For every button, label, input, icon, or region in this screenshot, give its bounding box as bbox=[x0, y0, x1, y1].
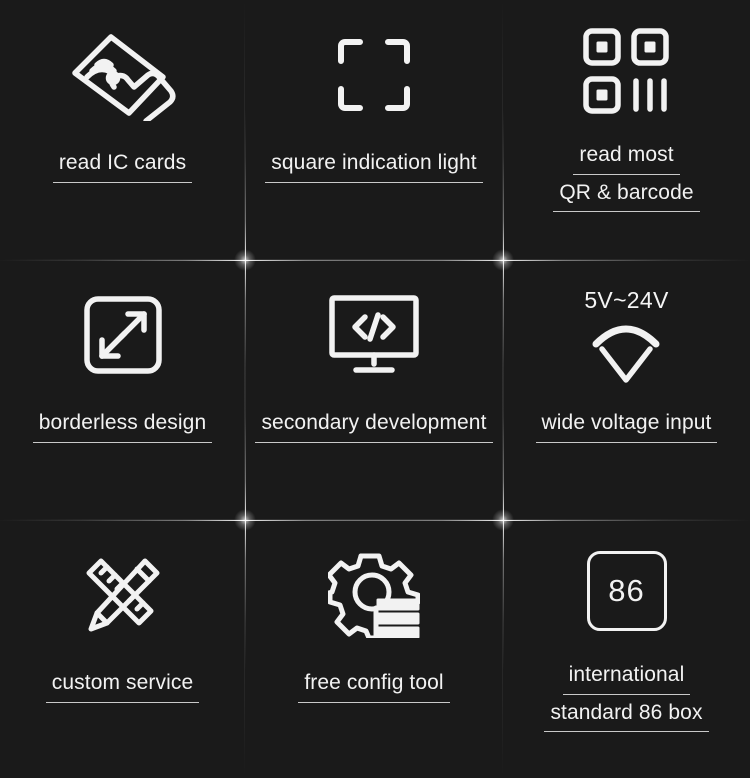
box-86-number: 86 bbox=[608, 573, 645, 608]
feature-label-line: secondary development bbox=[255, 410, 493, 443]
feature-cell-wide-voltage-input: 5V~24V wide voltage input bbox=[503, 260, 750, 520]
feature-labels: square indication light bbox=[245, 150, 503, 183]
feature-cell-square-indication-light: square indication light bbox=[245, 0, 503, 260]
feature-grid: read IC cards square indication light re… bbox=[0, 0, 750, 778]
feature-label-line: borderless design bbox=[32, 410, 213, 443]
feature-label-line: read most bbox=[573, 142, 680, 175]
box-86-outline: 86 bbox=[586, 551, 667, 631]
pencil-ruler-icon bbox=[0, 520, 245, 670]
feature-cell-free-config-tool: free config tool bbox=[245, 520, 503, 778]
box-86-icon: 86 bbox=[503, 520, 750, 662]
feature-labels: free config tool bbox=[245, 670, 503, 703]
feature-labels: custom service bbox=[0, 670, 245, 703]
monitor-code-icon bbox=[245, 260, 503, 410]
feature-labels: borderless design bbox=[0, 410, 245, 443]
voltage-stack: 5V~24V bbox=[584, 287, 668, 384]
qr-code-icon bbox=[503, 0, 750, 142]
feature-label-line: wide voltage input bbox=[535, 410, 718, 443]
feature-cell-international-standard-86-box: 86 international standard 86 box bbox=[503, 520, 750, 778]
feature-cell-read-qr-barcode: read most QR & barcode bbox=[503, 0, 750, 260]
feature-label-line: standard 86 box bbox=[544, 700, 709, 733]
feature-labels: international standard 86 box bbox=[503, 662, 750, 732]
feature-labels: wide voltage input bbox=[503, 410, 750, 443]
feature-labels: read IC cards bbox=[0, 150, 245, 183]
voltage-range-label: 5V~24V bbox=[584, 286, 669, 313]
feature-label-line: square indication light bbox=[265, 150, 484, 183]
feature-label-line: international bbox=[562, 662, 691, 695]
feature-labels: read most QR & barcode bbox=[503, 142, 750, 212]
feature-cell-secondary-development: secondary development bbox=[245, 260, 503, 520]
feature-cell-custom-service: custom service bbox=[0, 520, 245, 778]
feature-label-line: QR & barcode bbox=[553, 180, 700, 213]
voltage-arc-icon: 5V~24V bbox=[503, 260, 750, 410]
feature-labels: secondary development bbox=[245, 410, 503, 443]
gear-list-icon bbox=[245, 520, 503, 670]
feature-cell-read-ic-cards: read IC cards bbox=[0, 0, 245, 260]
feature-label-line: free config tool bbox=[298, 670, 451, 703]
feature-label-line: read IC cards bbox=[52, 150, 193, 183]
square-bracket-frame-icon bbox=[245, 0, 503, 150]
contactless-card-hand-icon bbox=[0, 0, 245, 150]
expand-arrows-square-icon bbox=[0, 260, 245, 410]
feature-label-line: custom service bbox=[45, 670, 200, 703]
feature-cell-borderless-design: borderless design bbox=[0, 260, 245, 520]
feature-grid-page: read IC cards square indication light re… bbox=[0, 0, 750, 778]
